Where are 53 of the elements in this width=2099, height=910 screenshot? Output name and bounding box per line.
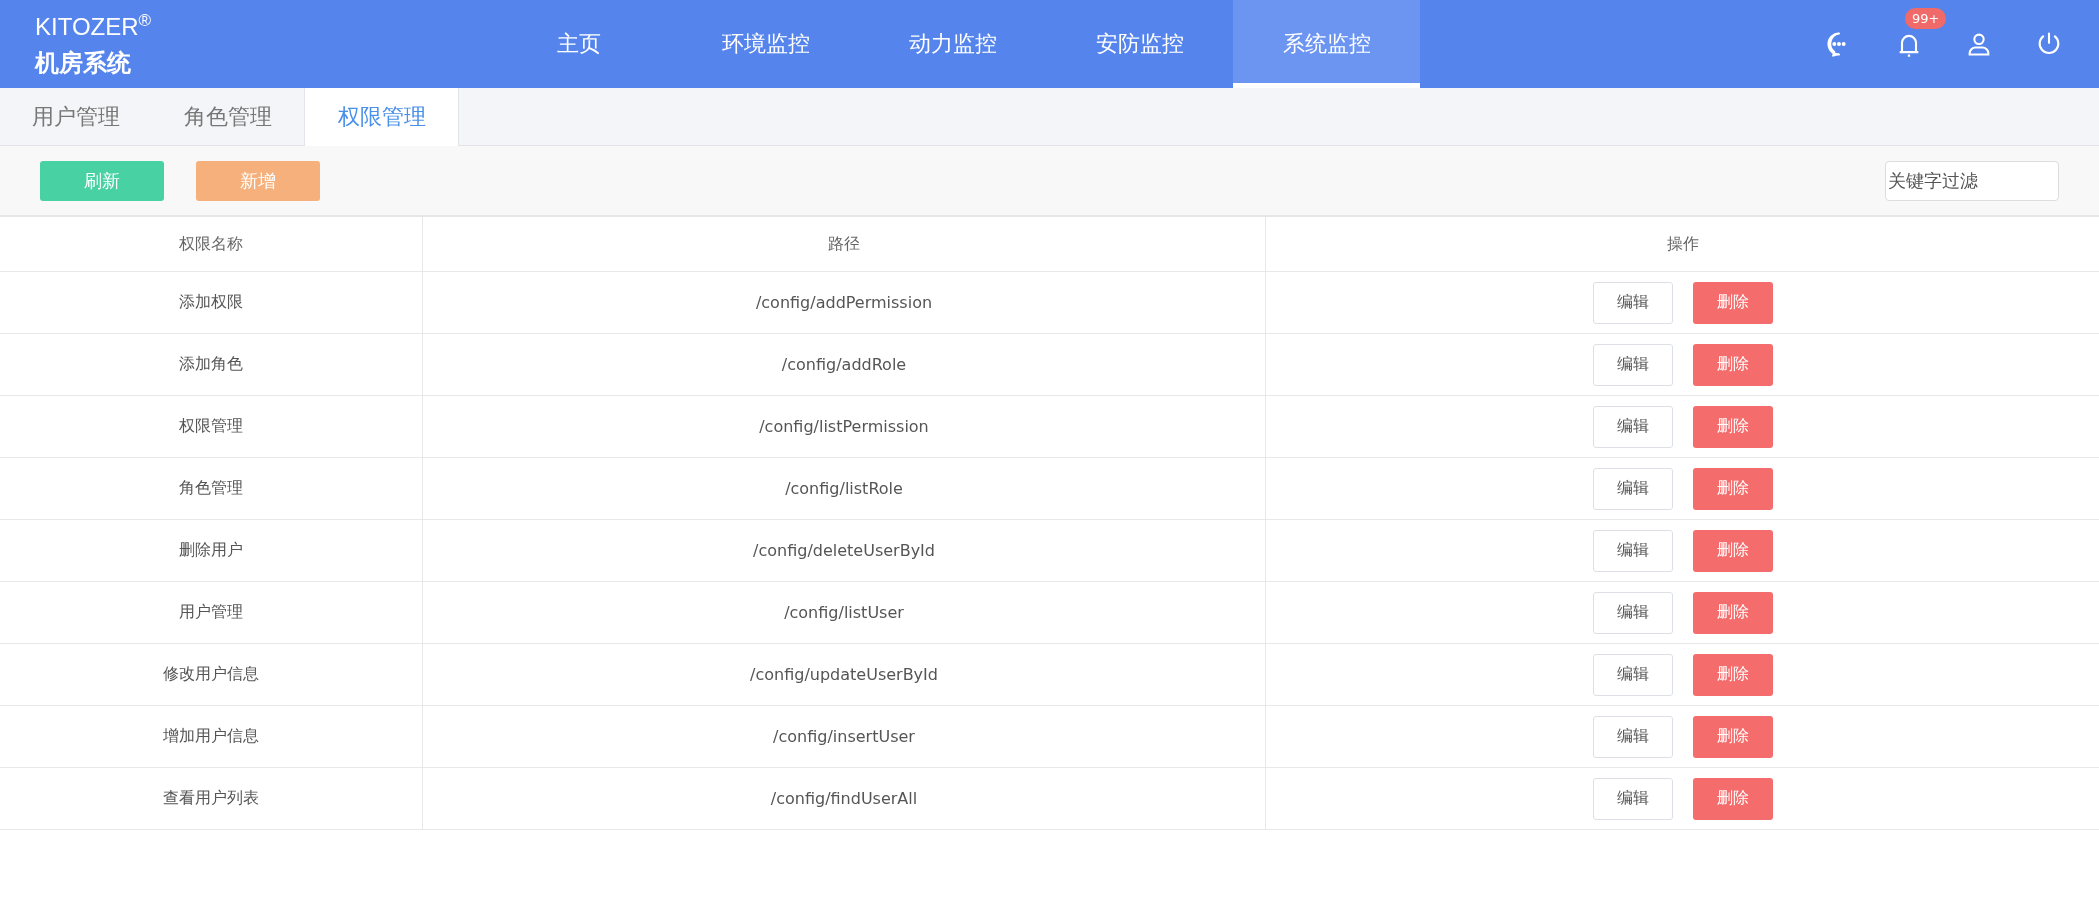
edit-button[interactable]: 编辑	[1592, 777, 1673, 820]
page-tab[interactable]: 权限管理	[304, 88, 459, 146]
delete-button[interactable]: 删除	[1692, 281, 1773, 324]
table-cell: 权限管理	[179, 416, 243, 435]
delete-button[interactable]: 删除	[1692, 405, 1773, 448]
app-title: 机房系统	[35, 48, 131, 79]
filter-field[interactable]: 关键字过滤	[1885, 160, 2059, 201]
edit-button[interactable]: 编辑	[1592, 591, 1673, 634]
page-tab[interactable]: 用户管理	[0, 88, 152, 145]
table-cell: 用户管理	[179, 602, 243, 621]
table-cell: 角色管理	[179, 478, 243, 497]
edit-button[interactable]: 编辑	[1592, 405, 1673, 448]
table-cell: 增加用户信息	[163, 726, 259, 745]
delete-button[interactable]: 删除	[1692, 591, 1773, 634]
nav-tab[interactable]: 环境监控	[672, 0, 859, 88]
edit-button[interactable]: 编辑	[1592, 715, 1673, 758]
edit-button[interactable]: 编辑	[1592, 653, 1673, 696]
column-header: 权限名称	[179, 233, 243, 253]
edit-button[interactable]: 编辑	[1592, 467, 1673, 510]
table-cell: /config/listPermission	[759, 417, 929, 436]
delete-button[interactable]: 删除	[1692, 653, 1773, 696]
table-cell: 添加角色	[179, 354, 243, 373]
table-cell: 查看用户列表	[163, 788, 259, 807]
page-tab[interactable]: 角色管理	[152, 88, 304, 145]
table-cell: /config/addRole	[781, 355, 907, 374]
edit-button[interactable]: 编辑	[1592, 343, 1673, 386]
edit-button[interactable]: 编辑	[1592, 281, 1673, 324]
notification-badge: 99+	[1905, 8, 1947, 29]
delete-button[interactable]: 删除	[1692, 343, 1773, 386]
nav-tab[interactable]: 动力监控	[859, 0, 1046, 88]
table-cell: 修改用户信息	[163, 664, 259, 683]
nav-tab[interactable]: 主页	[485, 0, 672, 88]
table-cell: 删除用户	[179, 540, 243, 559]
delete-button[interactable]: 删除	[1692, 715, 1773, 758]
delete-button[interactable]: 删除	[1692, 777, 1773, 820]
column-header: 操作	[1666, 233, 1699, 253]
refresh-button[interactable]: 刷新	[40, 160, 164, 201]
table-cell: /config/deleteUserById	[753, 541, 935, 560]
delete-button[interactable]: 删除	[1692, 467, 1773, 510]
brand-name: KITOZER$^{®}$	[35, 10, 152, 41]
add-button[interactable]: 新增	[196, 160, 320, 201]
table-cell: /config/addPermission	[755, 293, 933, 312]
table-cell: /config/listRole	[785, 479, 903, 498]
column-header: 路径	[828, 233, 860, 253]
table-cell: /config/findUserAll	[770, 789, 918, 808]
table-cell: 添加权限	[179, 292, 243, 311]
table-cell: /config/updateUserById	[750, 665, 938, 684]
table-cell: /config/listUser	[784, 603, 904, 622]
nav-tab[interactable]: 安防监控	[1046, 0, 1233, 88]
table-cell: /config/insertUser	[773, 727, 915, 746]
delete-button[interactable]: 删除	[1692, 529, 1773, 572]
edit-button[interactable]: 编辑	[1592, 529, 1673, 572]
nav-tab[interactable]: 系统监控	[1233, 0, 1420, 88]
